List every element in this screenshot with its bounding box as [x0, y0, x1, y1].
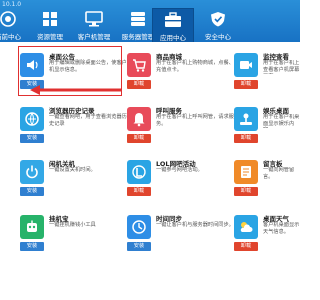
power-icon	[20, 160, 44, 184]
app-card-time-sync: 时间同步 一键让客户机与服务器时间同步。 安装	[125, 212, 235, 256]
app-card-call-service: 呼叫服务 用于在客户机上呼叫网管，请求服务。 卸载	[125, 104, 235, 148]
browser-icon	[20, 107, 44, 131]
app-card-idle-shutdown: 闲机关机 一键设置关机时间。 安装	[18, 157, 128, 201]
monitor-icon	[85, 11, 103, 27]
app-card-afk-tool: 挂机宝 一键挂机赚钱小工具 安装	[18, 212, 128, 256]
app-card-shop: 商品商城 用于在客户机上购物商城，点餐、充值点卡。 卸载	[125, 50, 235, 94]
weather-icon	[234, 215, 258, 239]
toolbox-icon	[165, 12, 181, 27]
app-description: 用于在客户机上购物商城，点餐、充值点卡。	[156, 60, 234, 73]
nav-item-app-center[interactable]: 应用中心	[152, 8, 194, 42]
nav-item-security-center[interactable]: 安全中心	[196, 8, 240, 42]
shield-icon	[211, 12, 225, 27]
bell-icon	[127, 107, 151, 131]
clock-icon	[127, 215, 151, 239]
nav-item-client-management[interactable]: 客户机管理	[72, 8, 116, 42]
app-description: 一键向网管留言。	[263, 167, 295, 180]
nav-item-current-center[interactable]: 当前中心	[0, 8, 30, 42]
nav-label: 应用中心	[160, 34, 186, 42]
top-navigation-bar: 10.1.0 当前中心 资源管理 客户机管理	[0, 0, 300, 42]
cart-icon	[127, 53, 151, 77]
install-button[interactable]: 安装	[127, 242, 151, 251]
app-card-lol-event: LOL网吧活动 一键参与网吧活动。 卸载	[125, 157, 235, 201]
nav-label: 客户机管理	[77, 33, 111, 41]
nav-label: 当前中心	[0, 33, 21, 41]
app-description: 客户机桌面显示天气信息。	[263, 222, 300, 235]
app-card-message-board: 留言板 一键向网管留言。 卸载	[232, 157, 300, 201]
app-description: 一键让客户机与服务器时间同步。	[156, 222, 234, 228]
annotation-arrow-icon	[30, 85, 122, 95]
app-description: 一键参与网吧活动。	[156, 167, 203, 173]
uninstall-button[interactable]: 卸载	[127, 187, 151, 196]
app-card-entertainment-desktop: 娱乐桌面 用于在客户机桌面显示娱乐内容。 卸载	[232, 104, 300, 148]
app-description: 一键查看网吧，用于查看浏览器历史记录	[49, 114, 127, 127]
lol-icon	[127, 160, 151, 184]
eye-icon	[0, 11, 16, 27]
server-icon	[131, 12, 145, 26]
nav-label: 安全中心	[205, 33, 231, 41]
install-button[interactable]: 安装	[20, 242, 44, 251]
app-version: 10.1.0	[2, 1, 22, 8]
install-button[interactable]: 安装	[20, 187, 44, 196]
uninstall-button[interactable]: 卸载	[234, 242, 258, 251]
uninstall-button[interactable]: 卸载	[127, 80, 151, 89]
uninstall-button[interactable]: 卸载	[234, 134, 258, 143]
app-description: 用于在客户机上呼叫网管，请求服务。	[156, 114, 234, 127]
uninstall-button[interactable]: 卸载	[127, 134, 151, 143]
uninstall-button[interactable]: 卸载	[234, 187, 258, 196]
uninstall-button[interactable]: 卸载	[234, 80, 258, 89]
app-description: 一键挂机赚钱小工具	[49, 222, 96, 228]
joystick-icon	[234, 107, 258, 131]
app-card-monitor-view: 监控查看 用于在客户机上查看客户机屏幕画面。 卸载	[232, 50, 300, 94]
app-card-browser-history: 浏览器历史记录 一键查看网吧，用于查看浏览器历史记录 安装	[18, 104, 128, 148]
nav-item-resource-management[interactable]: 资源管理	[28, 8, 72, 42]
grid-icon	[43, 12, 57, 26]
app-description: 用于在客户机上查看客户机屏幕画面。	[263, 60, 300, 74]
install-button[interactable]: 安装	[20, 134, 44, 143]
app-card-desktop-weather: 桌面天气 客户机桌面显示天气信息。 卸载	[232, 212, 300, 256]
app-description: 一键设置关机时间。	[49, 167, 96, 173]
camera-icon	[234, 53, 258, 77]
robot-icon	[20, 215, 44, 239]
nav-label: 资源管理	[37, 33, 63, 41]
app-description: 用于在客户机桌面显示娱乐内容。	[263, 114, 300, 128]
note-icon	[234, 160, 258, 184]
